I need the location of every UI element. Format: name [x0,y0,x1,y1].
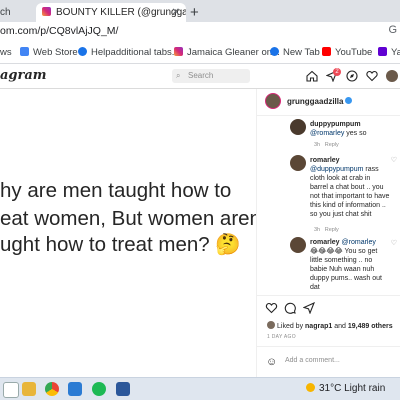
comment-meta: 3h Reply [314,142,339,148]
post-text-line: eat women, But women aren’t [0,207,272,230]
address-bar-url[interactable]: om.com/p/CQ8vlAjJQ_M/ [0,25,118,37]
commenter-avatar[interactable] [290,237,306,253]
word-icon[interactable] [116,382,130,396]
tab-active-label: BOUNTY KILLER (@grunggaadzill [56,7,186,18]
bookmark-helpadditional[interactable]: Helpadditional tabs... [78,47,180,58]
comment-username[interactable]: duppypumpum [310,121,361,128]
web-store-icon [20,47,29,56]
share-icon[interactable] [303,302,315,314]
liker-avatar [267,321,275,329]
comment-time: 3h [314,227,321,233]
bookmark-youtube[interactable]: YouTube [322,47,372,58]
file-explorer-icon[interactable] [22,382,36,396]
like-comment-icon[interactable]: ♡ [391,239,397,247]
comment: romarley @duppypumpum rass cloth look at… [310,156,390,219]
weather-text: 31°C Light rain [319,383,386,394]
post-date: 1 DAY AGO [267,334,296,340]
sun-icon [306,383,315,392]
comment-username[interactable]: romarley [310,239,340,246]
bookmark-apps[interactable]: ws [0,47,12,58]
post-text-line: ught how to treat men? 🤔 [0,233,241,256]
bookmark-label: New Tab [283,47,320,58]
comment-mention[interactable]: @duppypumpum [310,166,363,173]
bookmark-yahoo[interactable]: Yah [378,47,400,58]
comment-username[interactable]: romarley [310,157,340,164]
like-comment-icon[interactable]: ♡ [391,156,397,164]
comment-time: 3h [314,142,321,148]
tab-previous-label: ch [0,7,11,18]
likes-user[interactable]: nagrap1 [305,323,332,330]
bookmark-label: Jamaica Gleaner on... [187,47,280,58]
explore-icon[interactable] [346,70,358,82]
chrome-icon[interactable] [45,382,59,396]
home-icon[interactable] [306,70,318,82]
add-comment-input[interactable]: Add a comment... [285,357,340,364]
address-bar-row: om.com/p/CQ8vlAjJQ_M/ G [0,22,400,43]
comment-composer: ☺ Add a comment... [257,346,400,379]
spotify-icon[interactable] [92,382,106,396]
comment-text: 😂😂😂😂 You so get little something .. no b… [310,248,382,291]
google-lens-icon[interactable]: G [388,24,397,36]
comment-meta: 3h Reply [314,227,339,233]
post-header: grunggaadzilla [257,89,400,116]
instagram-logo[interactable]: agram [0,68,47,83]
bookmark-new-tab[interactable]: New Tab [270,47,320,58]
reply-button[interactable]: Reply [325,227,339,233]
likes-count[interactable]: 19,489 others [348,323,393,330]
bookmark-label: Web Store [33,47,78,58]
globe-icon [270,47,279,56]
post-author[interactable]: grunggaadzilla [287,97,353,106]
bookmark-web-store[interactable]: Web Store [20,47,78,58]
post-image-text: hy are men taught how to eat women, But … [0,89,271,256]
comment-bubble-icon[interactable] [284,302,296,314]
instagram-nav: agram ⌕ Search 2 [0,64,400,89]
comment: romarley @romarley 😂😂😂😂 You so get littl… [310,238,390,294]
author-username: grunggaadzilla [287,97,344,106]
reply-button[interactable]: Reply [325,142,339,148]
bookmark-jamaica-gleaner[interactable]: Jamaica Gleaner on... [174,47,280,58]
tab-close-icon[interactable]: ✕ [172,3,180,22]
bookmarks-bar: ws Web Store Helpadditional tabs... Jama… [0,43,400,64]
new-tab-button[interactable]: + [190,3,199,22]
tab-previous[interactable]: ch [0,3,30,22]
profile-avatar[interactable] [386,70,398,82]
comment-mention[interactable]: @romarley [310,130,344,137]
windows-taskbar: 31°C Light rain [0,377,400,400]
post-text-line: hy are men taught how to [0,179,232,202]
commenter-avatar[interactable] [290,119,306,135]
notification-badge: 2 [333,68,341,76]
bookmark-label: Yah [391,47,400,58]
comment: duppypumpum @romarley yes so [310,120,390,138]
globe-icon [78,47,87,56]
comment-mention[interactable]: @romarley [342,239,376,246]
commenter-avatar[interactable] [290,155,306,171]
instagram-favicon-icon [42,7,51,16]
post-details-panel: grunggaadzilla duppypumpum @romarley yes… [256,89,400,378]
comment-text: rass cloth look at crab in barrel a chat… [310,166,390,218]
weather-widget[interactable]: 31°C Light rain [306,383,385,394]
windows-start-icon[interactable] [3,382,19,398]
likes-summary[interactable]: Liked by nagrap1 and 19,489 others [267,321,393,330]
bookmark-label: YouTube [335,47,373,58]
search-placeholder: Search [188,71,214,80]
activity-heart-icon[interactable] [366,70,378,82]
instagram-icon [174,47,183,56]
youtube-icon [322,47,331,56]
like-heart-icon[interactable] [265,302,278,314]
bookmark-label: Helpadditional tabs... [91,47,180,58]
bookmark-label: ws [0,47,12,58]
tab-bounty-killer[interactable]: BOUNTY KILLER (@grunggaadzill ✕ [36,3,186,22]
yahoo-icon [378,47,387,56]
comment-text: yes so [344,130,367,137]
verified-badge-icon [345,97,353,104]
browser-tab-strip: ch BOUNTY KILLER (@grunggaadzill ✕ + [0,0,400,22]
search-icon: ⌕ [176,71,181,80]
search-input[interactable]: ⌕ Search [172,69,250,83]
author-avatar[interactable] [265,93,281,109]
likes-mid: and [332,323,348,330]
taskbar-app-icon[interactable] [68,382,82,396]
likes-prefix: Liked by [277,323,306,330]
emoji-icon[interactable]: ☺ [266,356,277,368]
post-actions: Liked by nagrap1 and 19,489 others 1 DAY… [257,295,400,378]
